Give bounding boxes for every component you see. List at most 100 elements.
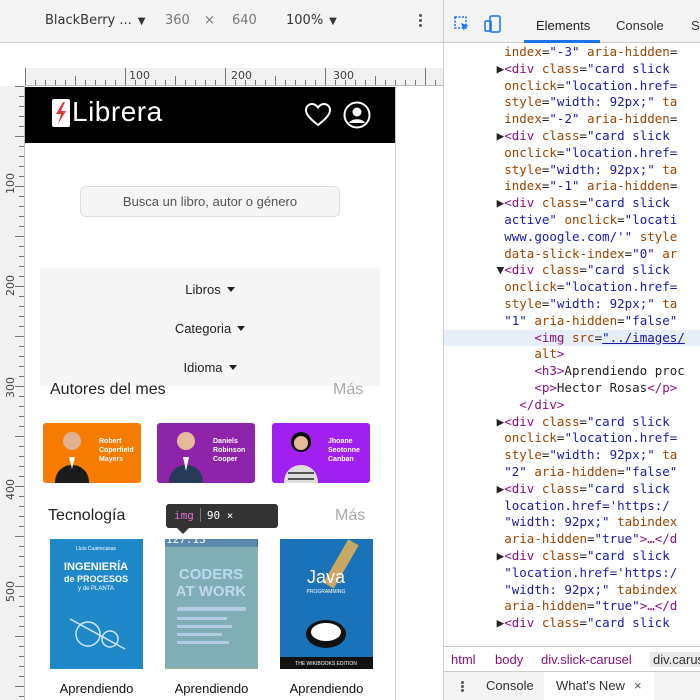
- dom-node-line[interactable]: aria-hidden="true">…</d: [444, 598, 700, 615]
- dom-node-line[interactable]: ▶<div class="card slick: [444, 548, 700, 565]
- dom-node-line[interactable]: "2" aria-hidden="false": [444, 464, 700, 481]
- tab-sources[interactable]: So: [691, 18, 700, 33]
- dom-node-line[interactable]: style="width: 92px;" ta: [444, 296, 700, 313]
- inspect-element-icon[interactable]: [454, 16, 470, 32]
- breadcrumb-item[interactable]: body: [495, 652, 523, 667]
- drawer-tab-whats-new[interactable]: What's New: [556, 678, 625, 693]
- filter-categoria[interactable]: Categoria: [40, 321, 380, 336]
- ruler-tick: [19, 276, 24, 277]
- ruler-tick: [19, 166, 24, 167]
- dom-node-line[interactable]: style="width: 92px;" ta: [444, 94, 700, 111]
- book-author: THE WIKIBOOKS EDITION: [295, 661, 357, 667]
- authors-more-link[interactable]: Más: [333, 381, 363, 399]
- dom-node-line[interactable]: ▶<div class="card slick: [444, 195, 700, 212]
- dom-node-line[interactable]: active" onclick="locati: [444, 212, 700, 229]
- code-token: ta: [662, 447, 678, 463]
- ruler-tick: [425, 68, 426, 85]
- width-input[interactable]: 360: [165, 13, 190, 28]
- ruler-label: 500: [4, 581, 17, 602]
- dom-node-line[interactable]: ▶<div class="card slick: [444, 128, 700, 145]
- dom-node-line[interactable]: index="-3" aria-hidden=: [444, 44, 700, 61]
- dom-node-line[interactable]: "width: 92px;" tabindex: [444, 514, 700, 531]
- dom-node-line[interactable]: alt>: [444, 346, 700, 363]
- dom-node-line[interactable]: www.google.com/'" style: [444, 229, 700, 246]
- code-token: "1": [504, 312, 527, 328]
- dom-node-line[interactable]: style="width: 92px;" ta: [444, 162, 700, 179]
- search-input[interactable]: Busca un libro, autor o género: [80, 186, 340, 217]
- dom-node-line[interactable]: index="-1" aria-hidden=: [444, 178, 700, 195]
- dom-node-line[interactable]: onclick="location.href=: [444, 78, 700, 95]
- caret-down-icon: [228, 365, 237, 370]
- code-token: <p>: [534, 379, 557, 395]
- code-token: "true": [594, 531, 640, 547]
- dom-node-line[interactable]: ▶<div class="card slick: [444, 615, 700, 632]
- zoom-select[interactable]: 100% ▼: [286, 13, 337, 28]
- code-token: onclick: [504, 77, 557, 93]
- code-token: =: [587, 531, 595, 547]
- breadcrumb-item[interactable]: div.slick-carusel: [541, 652, 632, 667]
- author-card[interactable]: Robert Coperfield Mayers: [43, 423, 141, 483]
- device-select[interactable]: BlackBerry ... ▼: [45, 13, 145, 28]
- code-token: "false": [624, 463, 678, 479]
- drawer-menu-icon[interactable]: [456, 680, 468, 692]
- tab-console[interactable]: Console: [616, 18, 664, 33]
- dom-node-line[interactable]: <h3>Aprendiendo proc: [444, 363, 700, 380]
- book-cover[interactable]: Lluís Cuatrecasas INGENIERÍA de PROCESOS…: [50, 539, 143, 669]
- dom-node-line[interactable]: ▶<div class="card slick: [444, 61, 700, 78]
- book-cover[interactable]: Java PROGRAMMING THE WIKIBOOKS EDITION: [280, 539, 373, 669]
- tech-more-link[interactable]: Más: [335, 507, 365, 525]
- dom-node-line[interactable]: "width: 92px;" tabindex: [444, 582, 700, 599]
- dom-node-line[interactable]: location.href='https:/: [444, 498, 700, 515]
- dom-node-line[interactable]: ▶<div class="card slick: [444, 414, 700, 431]
- dom-node-line[interactable]: ▶<div class="card slick: [444, 481, 700, 498]
- ruler-tick: [19, 366, 24, 367]
- dom-node-line[interactable]: onclick="location.href=: [444, 279, 700, 296]
- device-toolbar: BlackBerry ... ▼ 360 × 640 100% ▼: [0, 0, 443, 43]
- code-token: >…</d: [639, 598, 678, 614]
- dom-node-line[interactable]: data-slick-index="0" ar: [444, 246, 700, 263]
- dom-node-line[interactable]: "location.href='https:/: [444, 565, 700, 582]
- book-title[interactable]: Aprendiendo: [50, 681, 143, 696]
- book-title-line: Java: [307, 567, 346, 587]
- code-token: aria-hidden: [504, 598, 588, 614]
- dom-node-line[interactable]: ▼<div class="card slick: [444, 262, 700, 279]
- more-options-icon[interactable]: [414, 12, 426, 32]
- ruler-tick: [15, 686, 24, 687]
- close-icon[interactable]: ×: [634, 678, 642, 693]
- dom-node-line[interactable]: "1" aria-hidden="false": [444, 313, 700, 330]
- author-card[interactable]: Jhoane Seotonne Canban: [272, 423, 370, 483]
- code-token: "card slick: [587, 262, 670, 278]
- book-title[interactable]: Aprendiendo: [165, 681, 258, 696]
- tab-elements[interactable]: Elements: [536, 18, 590, 33]
- dom-node-line[interactable]: onclick="location.href=: [444, 430, 700, 447]
- code-token: class: [541, 615, 580, 631]
- user-icon[interactable]: [343, 101, 371, 129]
- filter-libros[interactable]: Libros: [40, 282, 380, 297]
- dom-node-line[interactable]: <img src="../images/: [444, 329, 700, 347]
- breadcrumb-item[interactable]: div.carus: [650, 652, 700, 667]
- ruler-tick: [45, 80, 46, 85]
- height-input[interactable]: 640: [232, 13, 257, 28]
- device-toggle-icon[interactable]: [484, 15, 502, 33]
- devtools-drawer: Console What's New ×: [444, 671, 700, 700]
- book-title[interactable]: Aprendiendo: [280, 681, 373, 696]
- dom-node-line[interactable]: aria-hidden="true">…</d: [444, 531, 700, 548]
- drawer-tab-console[interactable]: Console: [486, 678, 534, 693]
- brand-name[interactable]: Librera: [72, 96, 163, 128]
- dom-node-line[interactable]: onclick="location.href=: [444, 145, 700, 162]
- dom-node-line[interactable]: index="-2" aria-hidden=: [444, 111, 700, 128]
- ruler-tick: [19, 156, 24, 157]
- breadcrumb-item[interactable]: html: [451, 652, 476, 667]
- elements-tree[interactable]: index="-3" aria-hidden= ▶<div class="car…: [444, 44, 700, 640]
- dom-node-line[interactable]: style="width: 92px;" ta: [444, 447, 700, 464]
- ruler-tick: [15, 536, 24, 537]
- author-card[interactable]: Daniels Robinson Cooper: [157, 423, 255, 483]
- heart-icon[interactable]: [304, 101, 332, 129]
- dom-node-line[interactable]: </div>: [444, 397, 700, 414]
- filter-idioma[interactable]: Idioma: [40, 360, 380, 375]
- dom-node-line[interactable]: <p>Hector Rosas</p>: [444, 380, 700, 397]
